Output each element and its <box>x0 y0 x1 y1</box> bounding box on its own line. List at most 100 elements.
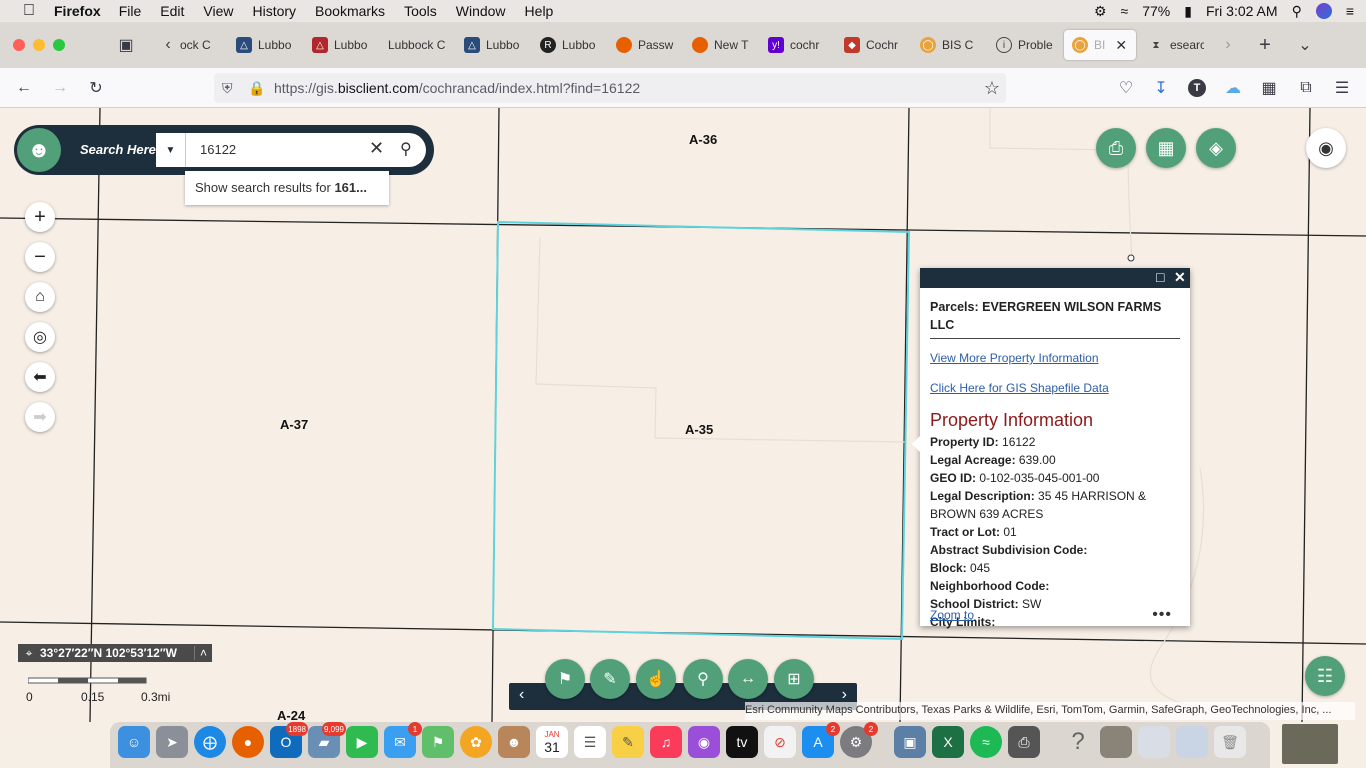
scroll-tabs-right-icon[interactable]: › <box>1218 35 1238 55</box>
scroll-tabs-left-icon[interactable]: ‹ <box>158 35 178 55</box>
tab-7[interactable]: New T <box>692 30 756 60</box>
crosshair-icon[interactable]: ⌖ <box>18 646 40 661</box>
bookmark-star-icon[interactable]: ☆ <box>984 78 1000 99</box>
gis-shapefile-link[interactable]: Click Here for GIS Shapefile Data <box>930 379 1180 397</box>
view-more-property-link[interactable]: View More Property Information <box>930 349 1180 367</box>
expand-coords-icon[interactable]: ˄ <box>194 646 212 660</box>
maps-icon[interactable]: ⚑ <box>422 726 454 758</box>
home-button[interactable]: ⌂ <box>25 282 55 312</box>
bookmark-tool-button[interactable]: ⚑ <box>545 659 585 699</box>
siri-icon[interactable] <box>1315 3 1332 19</box>
back-icon[interactable]: ← <box>14 78 34 98</box>
add-data-tool-button[interactable]: ⊞ <box>774 659 814 699</box>
extensions-puzzle-icon[interactable]: ⧉ <box>1296 78 1316 98</box>
menu-app-name[interactable]: Firefox <box>54 3 101 19</box>
excel-icon[interactable]: X <box>932 726 964 758</box>
query-tool-button[interactable]: ⚲ <box>683 659 723 699</box>
tab-1[interactable]: △ Lubbo <box>236 30 300 60</box>
calendar-icon[interactable]: JAN 31 <box>536 726 568 758</box>
zoom-to-link[interactable]: Zoom to <box>930 608 974 622</box>
toolbar-prev-icon[interactable]: ‹ <box>519 686 524 704</box>
attribute-table-button[interactable]: ☷ <box>1305 656 1345 696</box>
measure-tool-button[interactable]: ↔ <box>728 659 768 699</box>
tab-3[interactable]: Lubbock C <box>388 30 454 60</box>
menu-view[interactable]: View <box>203 3 233 19</box>
tab-9[interactable]: ◆ Cochr <box>844 30 908 60</box>
facetime-icon[interactable]: ▶ <box>346 726 378 758</box>
extension-icon[interactable]: ▦ <box>1259 78 1279 98</box>
tab-overview-icon[interactable]: ▣ <box>116 35 136 55</box>
map-attribution[interactable]: Esri Community Maps Contributors, Texas … <box>745 702 1355 720</box>
vpn-icon[interactable]: ⚙ <box>1094 3 1107 20</box>
search-icon[interactable]: ⚲ <box>400 139 412 159</box>
zoom-out-button[interactable]: − <box>25 242 55 272</box>
map-view[interactable]: A-36 A-37 A-35 A-24 ☻ Search Here: ▼ 161… <box>0 108 1366 722</box>
menu-help[interactable]: Help <box>525 3 554 19</box>
tab-6[interactable]: Passw <box>616 30 680 60</box>
close-tab-icon[interactable]: ✕ <box>1115 37 1127 54</box>
lock-icon[interactable]: 🔒 <box>248 80 266 97</box>
tab-8[interactable]: y! cochr <box>768 30 832 60</box>
more-options-icon[interactable]: ••• <box>1152 606 1172 624</box>
search-source-dropdown[interactable]: ▼ <box>156 133 186 167</box>
tab-13[interactable]: ⧗ esearc <box>1148 30 1204 60</box>
reload-icon[interactable]: ↻ <box>86 78 106 98</box>
basemap-gallery-button[interactable]: ▦ <box>1146 128 1186 168</box>
menu-file[interactable]: File <box>119 3 142 19</box>
search-value[interactable]: 16122 <box>200 142 236 157</box>
menu-window[interactable]: Window <box>456 3 506 19</box>
firefox-icon[interactable]: ● <box>232 726 264 758</box>
tab-5[interactable]: R Lubbo <box>540 30 604 60</box>
account-icon[interactable]: T <box>1187 78 1207 98</box>
contacts-icon[interactable]: ☻ <box>498 726 530 758</box>
finder-icon[interactable]: ☺ <box>118 726 150 758</box>
pocket-icon[interactable]: ♡ <box>1116 78 1136 98</box>
tab-2[interactable]: △ Lubbo <box>312 30 376 60</box>
locate-button[interactable]: ◎ <box>25 322 55 352</box>
maximize-icon[interactable]: □ <box>1156 269 1164 285</box>
select-tool-button[interactable]: ☝ <box>636 659 676 699</box>
battery-icon[interactable]: ▮ <box>1184 3 1192 20</box>
recent-doc-icon[interactable] <box>1138 726 1170 758</box>
new-tab-icon[interactable]: + <box>1255 34 1275 56</box>
system-preferences-icon[interactable]: ⚙ 2 <box>840 722 878 758</box>
help-icon[interactable]: ? <box>1062 726 1094 758</box>
wifi-icon[interactable]: ≈ <box>1121 3 1129 19</box>
desktop-thumbnail[interactable] <box>1282 724 1338 764</box>
forward-icon[interactable]: → <box>50 78 70 98</box>
outlook-icon[interactable]: O 1898 <box>270 722 308 758</box>
spotify-icon[interactable]: ≈ <box>970 726 1002 758</box>
menu-history[interactable]: History <box>252 3 296 19</box>
clear-search-icon[interactable]: ✕ <box>369 138 384 159</box>
printer-icon[interactable]: ⎙ <box>1008 726 1040 758</box>
battery-percent[interactable]: 77% <box>1142 3 1170 19</box>
recent-doc-icon[interactable] <box>1100 726 1132 758</box>
print-button[interactable]: ⎙ <box>1096 128 1136 168</box>
image-capture-icon[interactable]: ▣ <box>894 726 926 758</box>
tab-0[interactable]: ock C <box>180 30 224 60</box>
next-extent-button[interactable]: ➡ <box>25 402 55 432</box>
search-suggestion[interactable]: Show search results for 161... <box>185 171 389 205</box>
music-icon[interactable]: ♫ <box>650 726 682 758</box>
photos-icon[interactable]: ✿ <box>460 726 492 758</box>
close-window-button[interactable] <box>13 39 25 51</box>
trash-icon[interactable]: 🗑 <box>1214 726 1246 758</box>
downloads-icon[interactable]: ↧ <box>1151 78 1171 98</box>
search-input[interactable] <box>156 133 426 167</box>
spotlight-icon[interactable]: ⚲ <box>1292 3 1302 20</box>
minimize-window-button[interactable] <box>33 39 45 51</box>
messages-icon[interactable]: ✉ 1 <box>384 722 422 758</box>
tab-12-active[interactable]: ◯ BI ✕ <box>1064 30 1136 60</box>
list-all-tabs-icon[interactable]: ⌄ <box>1295 35 1315 55</box>
recent-doc-icon[interactable] <box>1176 726 1208 758</box>
launchpad-icon[interactable]: ➤ <box>156 726 188 758</box>
menu-edit[interactable]: Edit <box>160 3 184 19</box>
zoom-in-button[interactable]: + <box>25 202 55 232</box>
previous-extent-button[interactable]: ⬅ <box>25 362 55 392</box>
shield-icon[interactable]: ⛨ <box>222 80 240 97</box>
tab-4[interactable]: △ Lubbo <box>464 30 528 60</box>
appletv-icon[interactable]: tv <box>726 726 758 758</box>
news-icon[interactable]: ⊘ <box>764 726 796 758</box>
menu-tools[interactable]: Tools <box>404 3 437 19</box>
menu-bookmarks[interactable]: Bookmarks <box>315 3 385 19</box>
